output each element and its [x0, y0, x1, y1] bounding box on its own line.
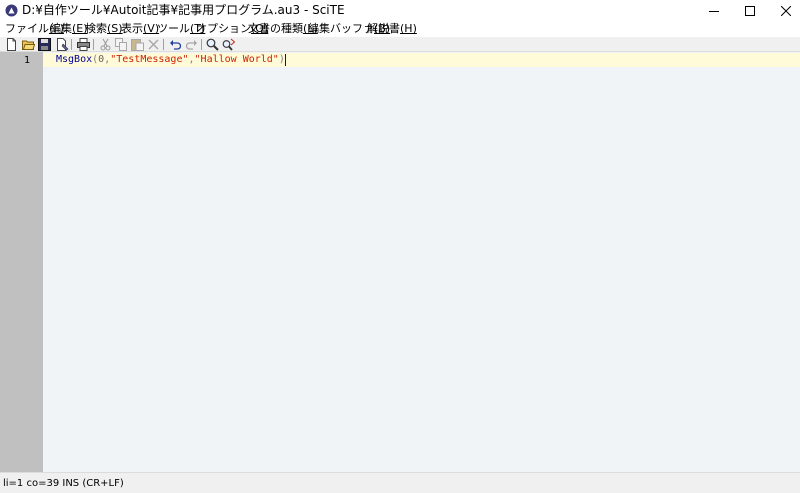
redo-icon[interactable]	[185, 38, 198, 51]
status-text: li=1 co=39 INS (CR+LF)	[3, 478, 124, 489]
code-function-token: MsgBox	[56, 54, 93, 65]
find-icon[interactable]	[206, 38, 219, 51]
menu-search[interactable]: 検索(S)	[85, 22, 123, 36]
new-file-icon[interactable]	[5, 38, 18, 51]
delete-icon[interactable]	[147, 38, 160, 51]
menu-help[interactable]: 解説書(H)	[367, 22, 417, 36]
toolbar-separator	[71, 39, 72, 50]
save-icon[interactable]	[38, 38, 51, 51]
toolbar-separator	[163, 39, 164, 50]
close-button[interactable]	[764, 0, 800, 21]
scite-app-icon[interactable]	[5, 4, 18, 17]
maximize-icon	[745, 5, 755, 16]
text-caret	[284, 54, 286, 66]
copy-icon[interactable]	[115, 38, 128, 51]
toolbar	[0, 37, 800, 52]
menu-view[interactable]: 表示(V)	[121, 22, 159, 36]
paste-icon[interactable]	[131, 38, 144, 51]
open-folder-icon[interactable]	[22, 38, 35, 51]
line-number-gutter[interactable]: 1	[0, 52, 43, 472]
cut-icon[interactable]	[99, 38, 112, 51]
code-string-token: "TestMessage"	[110, 54, 189, 65]
code-line[interactable]: MsgBox(0,"TestMessage","Hallow World")	[56, 54, 286, 66]
editor-pane[interactable]: 1 MsgBox(0,"TestMessage","Hallow World")	[0, 52, 800, 472]
window-title: D:¥自作ツール¥Autoit記事¥記事用プログラム.au3 - SciTE	[22, 3, 345, 17]
undo-icon[interactable]	[169, 38, 182, 51]
save-as-icon[interactable]	[56, 38, 69, 51]
menu-bar: ファイル(F) 編集(E) 検索(S) 表示(V) ツール(T) オプション(O…	[0, 21, 800, 37]
menu-edit[interactable]: 編集(E)	[50, 22, 88, 36]
print-icon[interactable]	[77, 38, 90, 51]
toolbar-separator	[201, 39, 202, 50]
code-string-token: "Hallow World"	[194, 54, 279, 65]
replace-icon[interactable]	[222, 38, 235, 51]
close-icon	[781, 5, 791, 16]
status-bar: li=1 co=39 INS (CR+LF)	[0, 472, 800, 493]
minimize-icon	[709, 10, 719, 12]
line-number: 1	[24, 55, 31, 66]
title-bar[interactable]: D:¥自作ツール¥Autoit記事¥記事用プログラム.au3 - SciTE	[0, 0, 800, 21]
toolbar-separator	[93, 39, 94, 50]
